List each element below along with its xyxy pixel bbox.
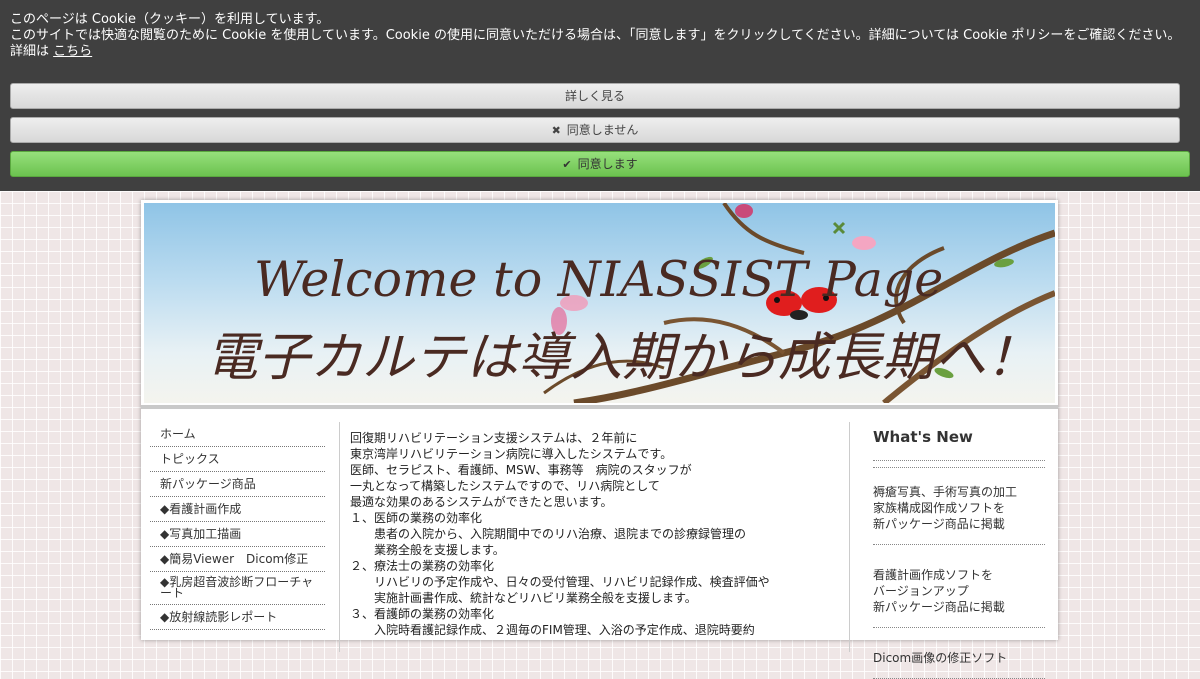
header-banner: Welcome to NIASSIST Page 電子カルテは導入期から成長期へ…	[144, 203, 1055, 403]
cookie-line-1: このページは Cookie（クッキー）を利用しています。	[10, 12, 330, 27]
whats-new-panel: What's New 褥瘡写真、手術写真の加工 家族構成図作成ソフトを 新パッケ…	[873, 428, 1045, 679]
content-line: 最適な効果のあるシステムができたと思います。	[350, 495, 613, 509]
news-entry-line: Dicom画像の修正ソフト	[873, 651, 1008, 665]
nav-item-nursing-plan[interactable]: ◆看護計画作成	[150, 497, 325, 522]
cookie-details-button-label: 詳しく見る	[564, 89, 625, 103]
main-content: 回復期リハビリテーション支援システムは、２年前に 東京湾岸リハビリテーション病院…	[350, 430, 840, 638]
cookie-banner: このページは Cookie（クッキー）を利用しています。 このサイトでは快適な閲…	[0, 0, 1200, 191]
cookie-decline-button[interactable]: ✖ 同意しません	[10, 117, 1180, 143]
news-entry[interactable]: 看護計画作成ソフトを バージョンアップ 新パッケージ商品に掲載	[873, 545, 1045, 628]
news-entry[interactable]: 褥瘡写真、手術写真の加工 家族構成図作成ソフトを 新パッケージ商品に掲載	[873, 468, 1045, 545]
column-divider-left	[339, 422, 340, 652]
content-line: 医師、セラピスト、看護師、MSW、事務等 病院のスタッフが	[350, 463, 692, 477]
content-line: 入院時看護記録作成、２週毎のFIM管理、入浴の予定作成、退院時要約	[374, 623, 755, 637]
content-line: 回復期リハビリテーション支援システムは、２年前に	[350, 431, 638, 445]
news-entry-line: 看護計画作成ソフトを	[873, 568, 994, 582]
news-entry-line: バージョンアップ	[873, 584, 969, 598]
cookie-details-prefix: 詳細は	[10, 44, 50, 59]
news-entry-line: 新パッケージ商品に掲載	[873, 517, 1005, 531]
nav-item-radiology-report[interactable]: ◆放射線読影レポート	[150, 605, 325, 630]
cookie-agree-button-label: 同意します	[577, 157, 638, 171]
cookie-details-link[interactable]: こちら	[53, 44, 92, 59]
cookie-line-2: このサイトでは快適な閲覧のために Cookie を使用しています。Cookie …	[10, 28, 1181, 43]
nav-item-home[interactable]: ホーム	[150, 422, 325, 447]
header-divider	[141, 405, 1058, 409]
check-icon: ✔	[562, 158, 572, 171]
news-entry-line: 新パッケージ商品に掲載	[873, 600, 1005, 614]
header-subtitle: 電子カルテは導入期から成長期へ！	[206, 328, 1039, 388]
nav-item-new-package[interactable]: 新パッケージ商品	[150, 472, 325, 497]
page-container: Welcome to NIASSIST Page 電子カルテは導入期から成長期へ…	[141, 200, 1058, 679]
cookie-line-3: 詳細は こちら	[10, 44, 1190, 60]
news-entry-line: 家族構成図作成ソフトを	[873, 501, 1006, 515]
cookie-details-button[interactable]: 詳しく見る	[10, 83, 1180, 109]
news-entry-line: 褥瘡写真、手術写真の加工	[873, 485, 1018, 499]
close-icon: ✖	[551, 124, 561, 137]
nav-item-breast-ultrasound[interactable]: ◆乳房超音波診断フローチャート	[150, 572, 325, 605]
content-line: 実施計画書作成、統計などリハビリ業務全般を支援します。	[374, 591, 697, 605]
news-entry[interactable]: Dicom画像の修正ソフト	[873, 628, 1045, 679]
sidebar-nav: ホーム トピックス 新パッケージ商品 ◆看護計画作成 ◆写真加工描画 ◆簡易Vi…	[150, 422, 325, 630]
content-line: １、医師の業務の効率化	[350, 511, 483, 525]
cookie-decline-button-label: 同意しません	[566, 123, 639, 137]
content-line: リハビリの予定作成や、日々の受付管理、リハビリ記録作成、検査評価や	[374, 575, 770, 589]
cookie-agree-button[interactable]: ✔ 同意します	[10, 151, 1190, 177]
cookie-text: このページは Cookie（クッキー）を利用しています。 このサイトでは快適な閲…	[10, 12, 1190, 60]
content-line: ３、看護師の業務の効率化	[350, 607, 495, 621]
nav-item-topics[interactable]: トピックス	[150, 447, 325, 472]
content-line: 東京湾岸リハビリテーション病院に導入したシステムです。	[350, 447, 673, 461]
content-line: ２、療法士の業務の効率化	[350, 559, 495, 573]
content-line: 一丸となって構築したシステムですので、リハ病院として	[350, 479, 660, 493]
content-line: 患者の入院から、入院期間中でのリハ治療、退院までの診療録管理の	[374, 527, 747, 541]
content-line: 業務全般を支援します。	[374, 543, 505, 557]
whats-new-title: What's New	[873, 428, 1045, 461]
nav-item-photo-editing[interactable]: ◆写真加工描画	[150, 522, 325, 547]
column-divider-right	[849, 422, 850, 652]
header-title: Welcome to NIASSIST Page	[254, 251, 944, 308]
nav-item-dicom-viewer[interactable]: ◆簡易Viewer Dicom修正	[150, 547, 325, 572]
